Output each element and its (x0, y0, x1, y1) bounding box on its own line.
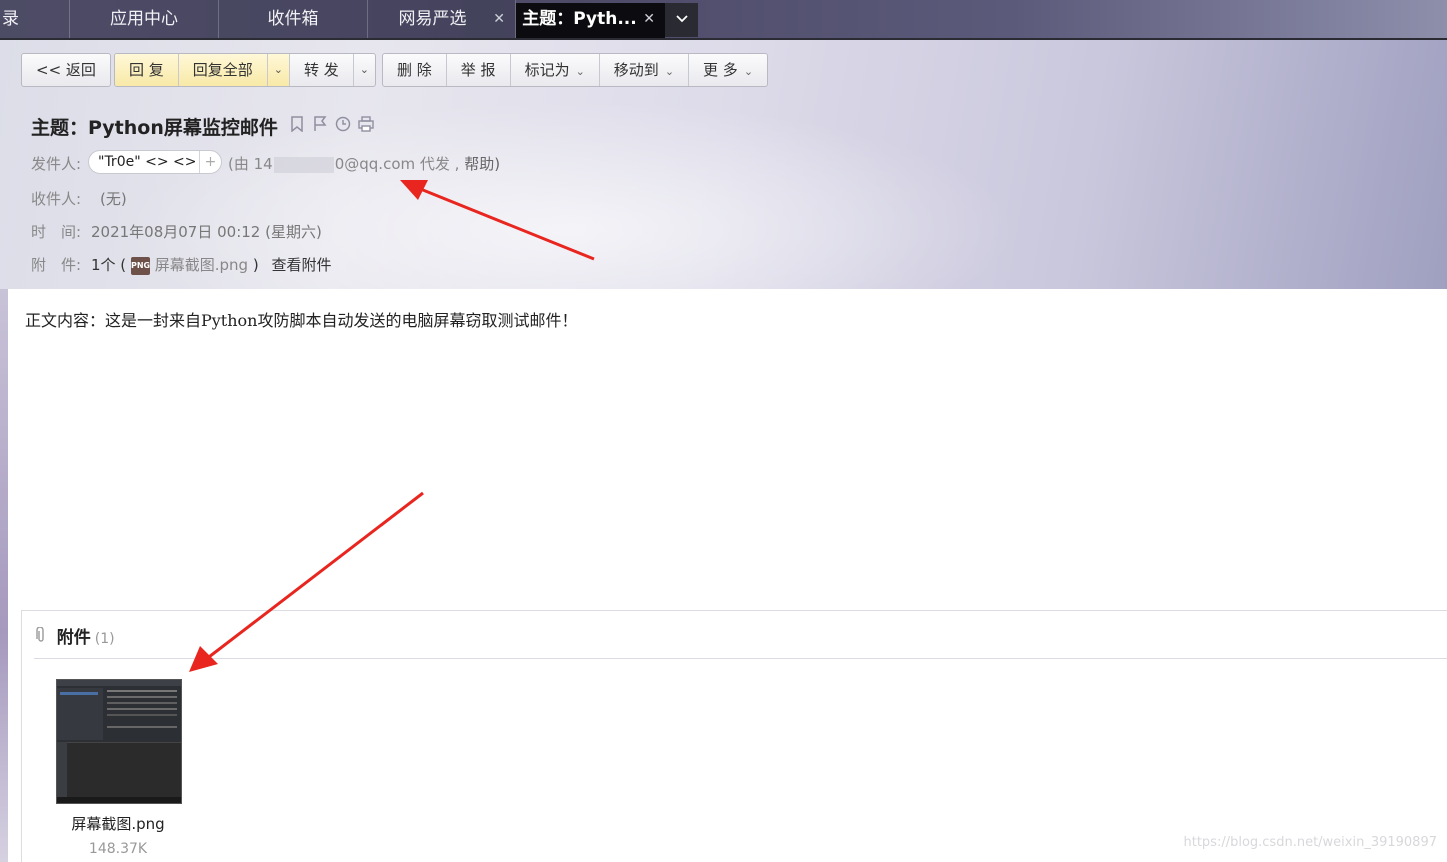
from-label: 发件人: (31, 155, 82, 173)
print-icon[interactable] (357, 116, 374, 133)
attachment-label: 附 件: (31, 256, 82, 274)
tab-bar: 录 应用中心 收件箱 网易严选 ✕ 主题：Pyth... ✕ (0, 0, 1447, 40)
to-value: (无) (100, 190, 127, 208)
attachment-close-paren: ) (252, 256, 259, 274)
tab-address-book[interactable]: 录 (0, 0, 70, 38)
more-button[interactable]: 更 多 ⌄ (689, 54, 767, 86)
tab-current-mail[interactable]: 主题：Pyth... ✕ (516, 3, 665, 38)
attachment-file-link[interactable]: 屏幕截图.png (155, 256, 248, 274)
attachment-name[interactable]: 屏幕截图.png (22, 813, 214, 834)
tab-label: 主题：Pyth... (522, 9, 637, 29)
view-attachment-link[interactable]: 查看附件 (271, 256, 331, 274)
watermark: https://blog.csdn.net/weixin_39190897 (1183, 835, 1437, 850)
mark-as-button[interactable]: 标记为 ⌄ (511, 54, 600, 86)
attachment-title-text: 附件 (56, 628, 91, 648)
close-icon[interactable]: ✕ (493, 0, 505, 38)
paperclip-icon (36, 626, 51, 647)
chevron-down-icon: ⌄ (575, 65, 585, 78)
divider (34, 658, 1447, 659)
help-link[interactable]: 帮助) (464, 155, 500, 173)
reply-button[interactable]: 回 复 (115, 54, 179, 86)
mail-subject: 主题：Python屏幕监控邮件 (31, 117, 278, 139)
report-button[interactable]: 举 报 (447, 54, 511, 86)
move-to-button[interactable]: 移动到 ⌄ (600, 54, 690, 86)
subject-actions (288, 116, 374, 133)
chevron-down-icon: ⌄ (664, 65, 675, 78)
time-value: 2021年08月07日 00:12 (星期六) (91, 223, 322, 241)
forward-button[interactable]: 转 发 (290, 54, 354, 86)
chevron-down-icon[interactable] (665, 3, 698, 37)
tab-label: 网易严选 (398, 9, 467, 29)
redacted-block (273, 156, 334, 173)
attachment-size: 148.37K (88, 841, 148, 857)
add-contact-icon[interactable]: + (199, 151, 221, 173)
close-icon[interactable]: ✕ (643, 3, 655, 36)
tab-label: 应用中心 (110, 9, 178, 29)
left-decoration (0, 289, 8, 862)
sender-chip[interactable]: "Tr0e" <> <> + (88, 150, 222, 174)
more-label: 更 多 (703, 61, 738, 79)
attachment-count: 1个 ( (91, 256, 127, 274)
reply-group: 回 复 回复全部 ⌄ 转 发 ⌄ (114, 53, 377, 87)
reply-dropdown-icon[interactable]: ⌄ (267, 54, 291, 86)
png-file-icon: PNG (130, 256, 150, 275)
via-suffix: 0@qq.com 代发 , (334, 155, 460, 173)
bookmark-icon[interactable] (288, 116, 305, 133)
clock-icon[interactable] (334, 116, 351, 133)
reply-all-button[interactable]: 回复全部 (178, 54, 268, 86)
tab-app-center[interactable]: 应用中心 (70, 0, 219, 38)
chevron-down-icon: ⌄ (743, 65, 754, 78)
back-button[interactable]: << 返回 (22, 54, 110, 86)
attachment-title-count: (1) (94, 631, 115, 647)
tab-inbox[interactable]: 收件箱 (219, 0, 368, 38)
via-prefix: (由 14 (228, 155, 273, 173)
sender-name: "Tr0e" <> <> (98, 154, 197, 170)
mail-body: 正文内容：这是一封来自Python攻防脚本自动发送的电脑屏幕窃取测试邮件！ (25, 311, 578, 330)
time-label: 时 间: (31, 223, 82, 241)
delete-button[interactable]: 删 除 (383, 54, 447, 86)
flag-icon[interactable] (311, 116, 328, 133)
to-label: 收件人: (31, 190, 82, 208)
action-group: 删 除 举 报 标记为 ⌄ 移动到 ⌄ 更 多 ⌄ (382, 53, 769, 87)
back-group: << 返回 (21, 53, 111, 87)
tab-label: 录 (2, 9, 19, 29)
attachment-panel-title: 附件 (1) (36, 623, 115, 648)
tab-label: 收件箱 (267, 9, 319, 29)
attachment-summary: 1个 ( PNG 屏幕截图.png ) 查看附件 (91, 254, 332, 275)
sent-via: (由 14 0@qq.com 代发 , 帮助) (228, 153, 500, 174)
forward-dropdown-icon[interactable]: ⌄ (354, 54, 375, 86)
attachment-panel: 附件 (1) 屏幕截图.png 148.37K (21, 610, 1447, 862)
mark-as-label: 标记为 (524, 61, 570, 79)
attachment-thumbnail[interactable] (56, 679, 182, 804)
tab-yanxuan[interactable]: 网易严选 ✕ (368, 0, 516, 38)
move-to-label: 移动到 (613, 61, 659, 79)
